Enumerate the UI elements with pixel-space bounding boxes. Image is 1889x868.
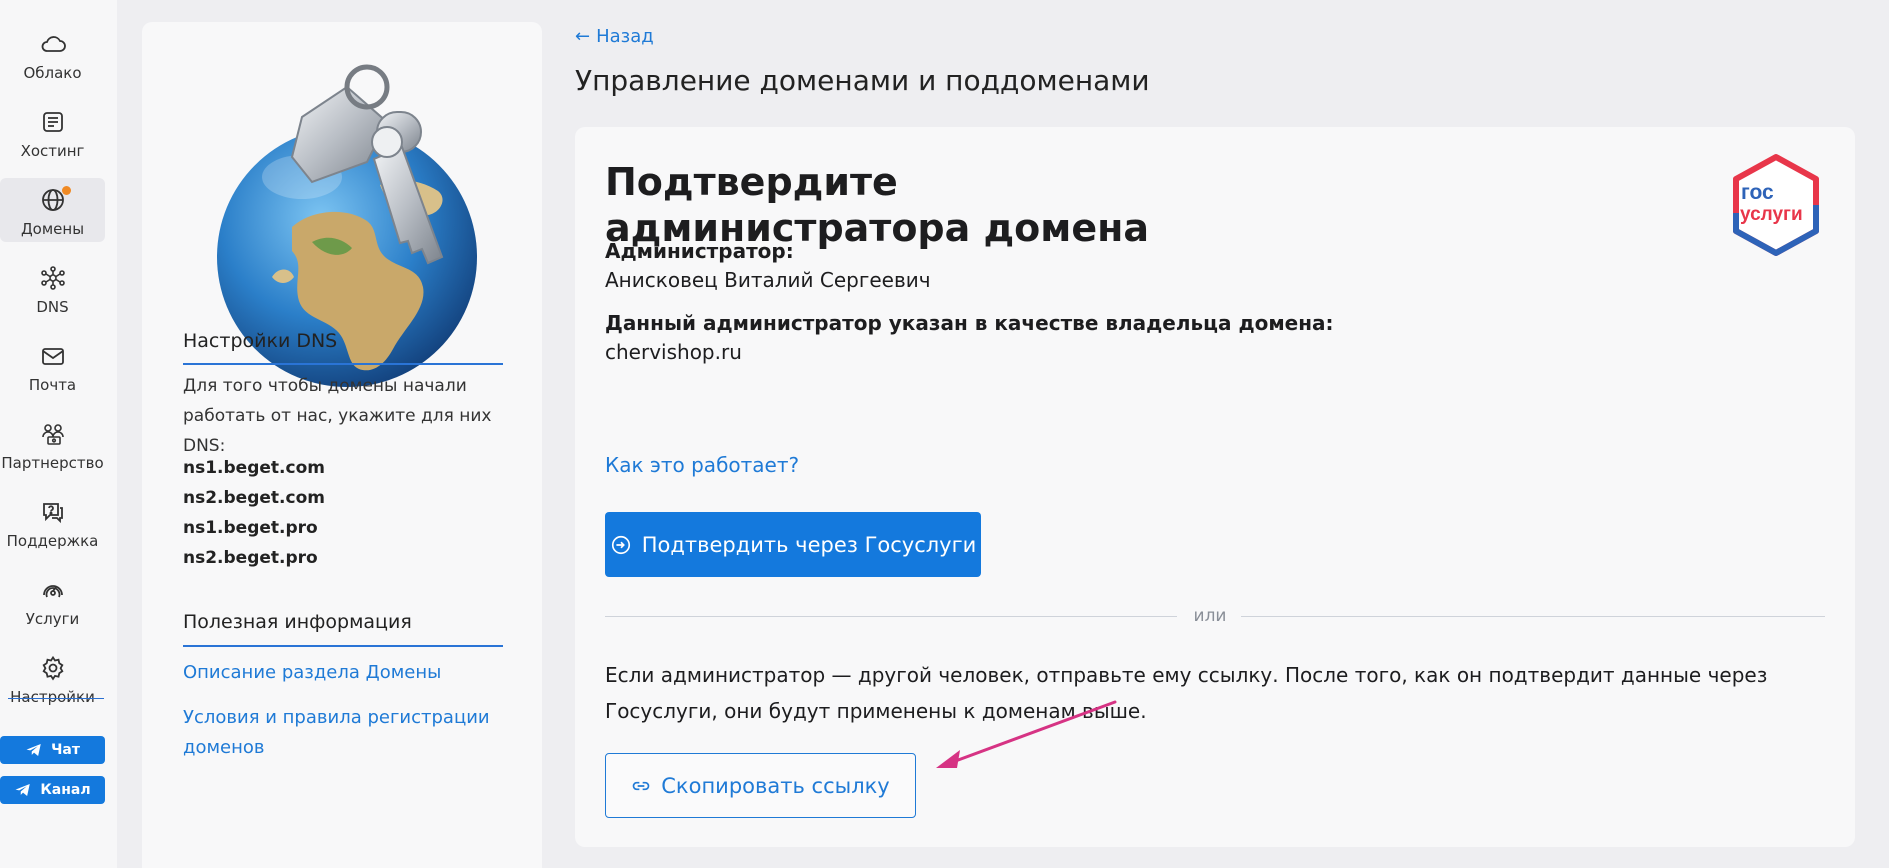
copy-button-label: Скопировать ссылку [661, 773, 890, 798]
copy-link-button[interactable]: Скопировать ссылку [605, 753, 916, 818]
arrow-left-icon: ← [575, 26, 591, 47]
nameserver-item: ns2.beget.com [183, 488, 325, 508]
chat-button[interactable]: Чат [0, 736, 105, 764]
logo-text-uslugi: услуги [1740, 204, 1803, 225]
nameserver-item: ns2.beget.pro [183, 548, 318, 568]
nav-label: Услуги [25, 610, 80, 628]
nav-label: Облако [23, 64, 82, 82]
nav-label: Хостинг [20, 142, 85, 160]
cloud-icon [41, 36, 66, 52]
notification-dot [62, 186, 71, 195]
nameserver-item: ns1.beget.com [183, 458, 325, 478]
heading-underline [183, 363, 503, 365]
nav-label: Домены [20, 220, 85, 238]
annotation-arrow [936, 700, 1117, 768]
channel-button[interactable]: Канал [0, 776, 105, 804]
info-panel: Настройки DNS Для того чтобы домены нача… [142, 22, 542, 868]
logo-text-gos: гос [1741, 181, 1774, 204]
hosting-icon [42, 112, 63, 132]
gear-icon [42, 655, 63, 681]
left-nav: Облако Хостинг Домены DNS Почта Партнерс… [0, 0, 117, 868]
divider-line [1241, 616, 1825, 617]
nav-item-support[interactable]: Поддержка [0, 490, 105, 554]
nav-label: Поддержка [6, 532, 99, 550]
nav-item-cloud[interactable]: Облако [0, 22, 105, 86]
card-title-line: Подтвердите [605, 160, 898, 204]
mail-icon [41, 348, 64, 365]
nav-label: Партнерство [1, 454, 104, 472]
divider-line [605, 616, 1177, 617]
nameserver-item: ns1.beget.pro [183, 518, 318, 538]
domain-name: chervishop.ru [605, 340, 742, 364]
how-it-works-link[interactable]: Как это работает? [605, 453, 799, 477]
nav-label: DNS [36, 298, 69, 316]
telegram-icon [15, 784, 31, 796]
or-separator: или [1193, 606, 1227, 626]
channel-label: Канал [40, 782, 91, 798]
chat-label: Чат [51, 742, 80, 758]
nav-label: Настройки [10, 688, 95, 706]
back-link[interactable]: ← Назад [575, 26, 654, 47]
confirm-gosuslugi-button[interactable]: Подтвердить через Госуслуги [605, 512, 981, 577]
dns-settings-heading: Настройки DNS [183, 330, 338, 352]
back-label: Назад [596, 26, 654, 47]
nav-item-mail[interactable]: Почта [0, 334, 105, 398]
confirm-admin-card: Подтвердите администратора домена гос ус… [575, 127, 1855, 847]
useful-info-heading: Полезная информация [183, 611, 412, 633]
partnership-icon [41, 424, 64, 445]
nav-item-hosting[interactable]: Хостинг [0, 100, 105, 164]
share-link-instructions: Если администратор — другой человек, отп… [605, 663, 1768, 723]
nav-divider [8, 698, 104, 699]
domains-description-link[interactable]: Описание раздела Домены [183, 658, 503, 688]
support-icon [42, 503, 63, 524]
dns-instructions: Для того чтобы домены начали работать от… [183, 376, 492, 456]
telegram-icon [26, 744, 41, 756]
dns-icon [40, 266, 65, 290]
owner-label: Данный администратор указан в качестве в… [605, 311, 1334, 335]
nav-label: Почта [28, 376, 77, 394]
gosuslugi-logo: гос услуги [1733, 154, 1819, 256]
gosuslugi-login-icon [611, 535, 630, 554]
admin-label: Администратор: [605, 239, 794, 263]
page-title: Управление доменами и поддоменами [575, 64, 1150, 97]
card-title: Подтвердите администратора домена [605, 159, 1305, 251]
nav-item-dns[interactable]: DNS [0, 256, 105, 320]
nav-item-domains[interactable]: Домены [0, 178, 105, 242]
registration-rules-link[interactable]: Условия и правила регистрации доменов [183, 703, 503, 763]
nav-item-services[interactable]: Услуги [0, 568, 105, 632]
confirm-button-label: Подтвердить через Госуслуги [641, 532, 977, 557]
link-icon [633, 781, 650, 790]
admin-name: Анисковец Виталий Сергеевич [605, 268, 931, 292]
nav-item-settings[interactable]: Настройки [0, 646, 105, 710]
heading-underline [183, 645, 503, 647]
nav-item-partnership[interactable]: Партнерство [0, 412, 105, 476]
services-icon [42, 585, 63, 598]
